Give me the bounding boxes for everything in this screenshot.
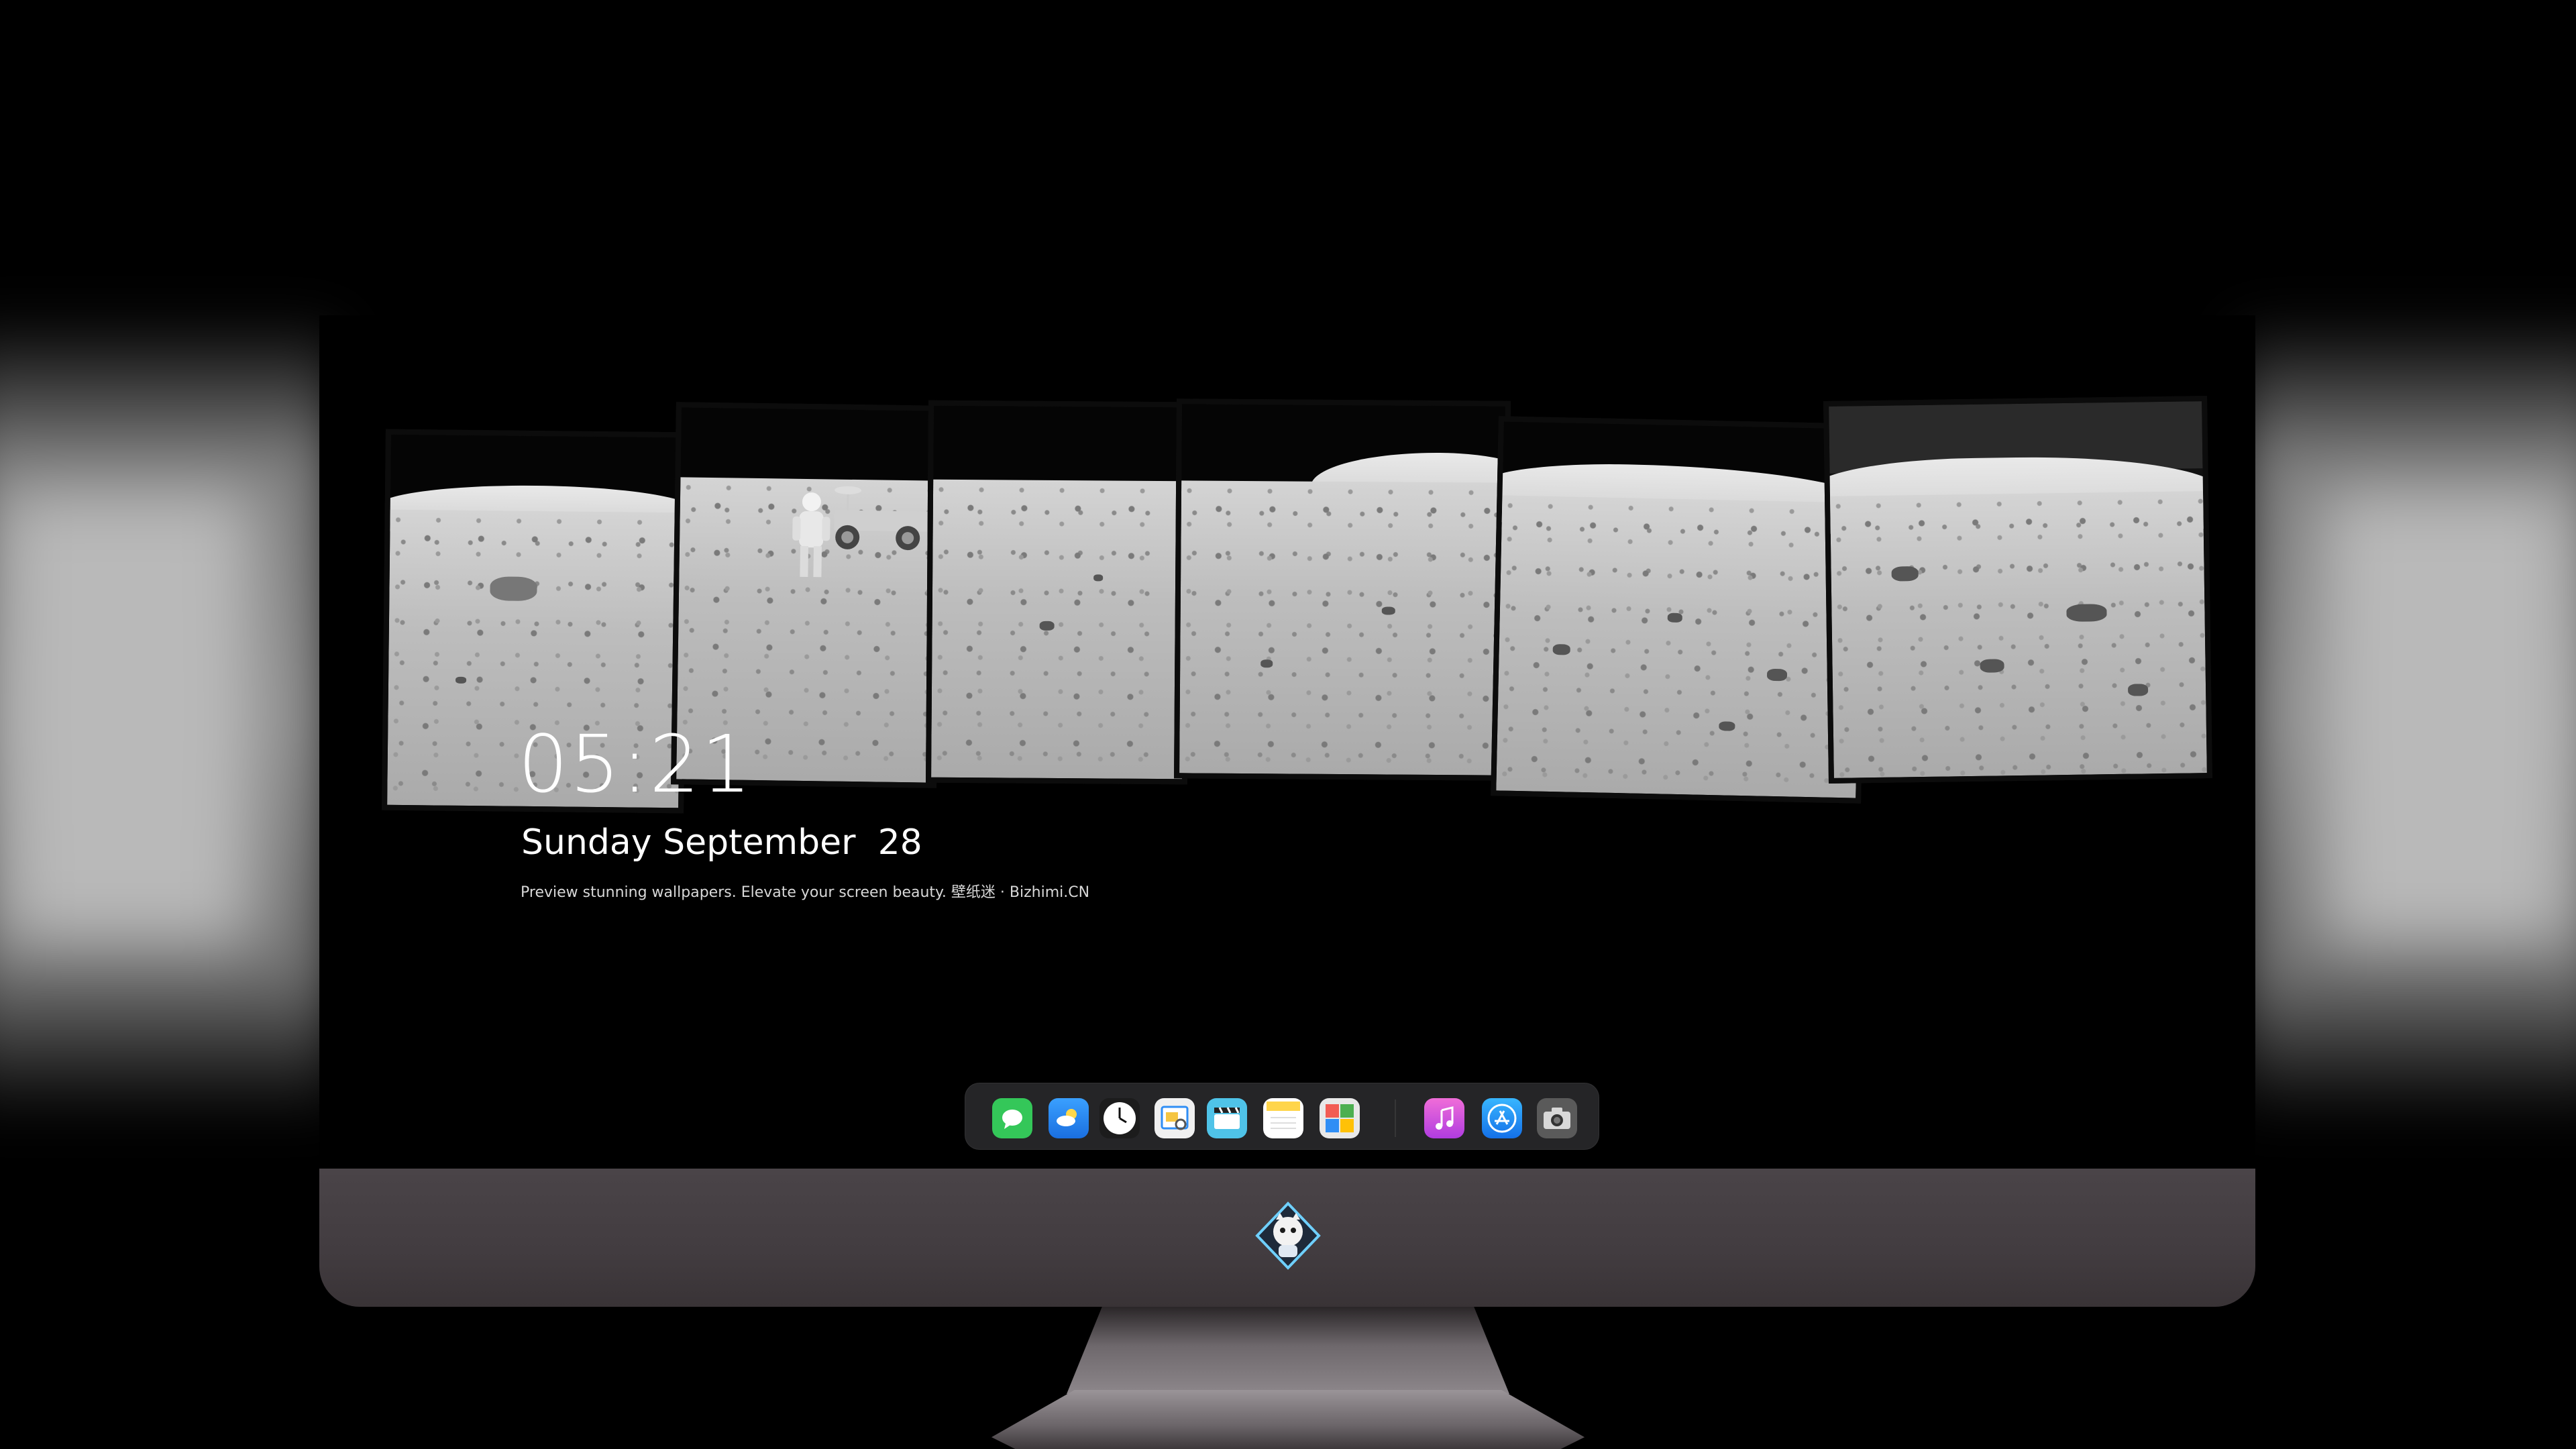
dock bbox=[965, 1083, 1599, 1150]
preview-icon[interactable] bbox=[1155, 1098, 1195, 1138]
wallpaper-photo bbox=[1491, 416, 1869, 804]
clock-icon[interactable] bbox=[1099, 1098, 1140, 1138]
astronaut-figure bbox=[792, 492, 830, 578]
wallpaper-photo bbox=[1823, 396, 2212, 784]
wallpaper-photo bbox=[926, 400, 1190, 785]
clock-time: 05:21 bbox=[518, 718, 753, 810]
wallpaper-tagline: Preview stunning wallpapers. Elevate you… bbox=[521, 884, 1090, 901]
clips-icon[interactable] bbox=[1207, 1098, 1247, 1138]
monitor-stand-neck bbox=[1067, 1307, 1509, 1394]
photo-booth-icon[interactable] bbox=[1320, 1098, 1360, 1138]
stage: 05:21 Sunday September 28 Preview stunni… bbox=[0, 0, 2576, 1449]
lunar-rover bbox=[834, 486, 928, 551]
itunes-icon[interactable] bbox=[1424, 1098, 1464, 1138]
bizhimi-mascot-logo bbox=[1255, 1201, 1321, 1270]
background-blur-left bbox=[0, 315, 335, 1120]
dock-separator bbox=[1395, 1099, 1396, 1137]
app-store-icon[interactable] bbox=[1482, 1098, 1522, 1138]
clock-date: Sunday September 28 bbox=[521, 822, 922, 863]
background-blur-right bbox=[2241, 315, 2576, 1120]
notes-icon[interactable] bbox=[1263, 1098, 1303, 1138]
weather-icon[interactable] bbox=[1049, 1098, 1089, 1138]
camera-icon[interactable] bbox=[1537, 1098, 1577, 1138]
messages-icon[interactable] bbox=[992, 1098, 1032, 1138]
monitor-stand-base bbox=[991, 1390, 1585, 1449]
wallpaper-photo bbox=[1174, 398, 1511, 781]
